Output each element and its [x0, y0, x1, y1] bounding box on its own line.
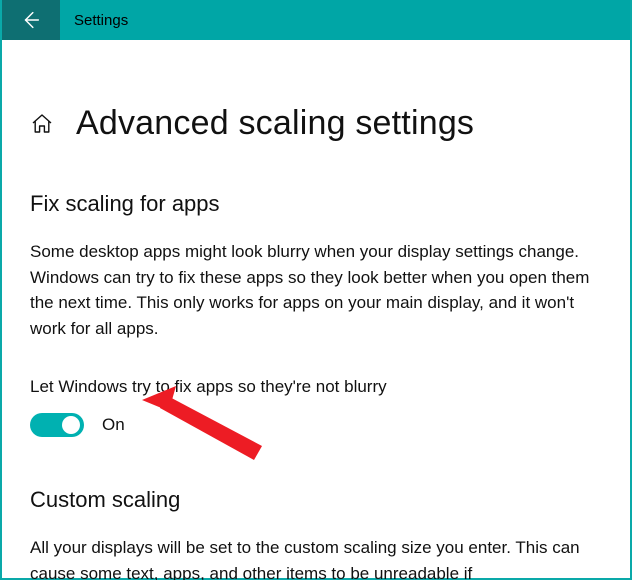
custom-scaling-description: All your displays will be set to the cus… [30, 535, 590, 580]
home-icon[interactable] [30, 112, 54, 136]
arrow-left-icon [20, 9, 42, 31]
window-title: Settings [74, 12, 128, 29]
fix-scaling-description: Some desktop apps might look blurry when… [30, 239, 590, 341]
back-button[interactable] [2, 0, 60, 40]
titlebar: Settings [2, 0, 630, 40]
section-heading-custom-scaling: Custom scaling [30, 487, 602, 513]
toggle-fix-blurry-apps[interactable] [30, 413, 84, 437]
toggle-label-fix-blurry: Let Windows try to fix apps so they're n… [30, 377, 602, 397]
section-heading-fix-scaling: Fix scaling for apps [30, 191, 602, 217]
toggle-state-text: On [102, 415, 125, 435]
page-title: Advanced scaling settings [76, 104, 474, 143]
toggle-knob [62, 416, 80, 434]
